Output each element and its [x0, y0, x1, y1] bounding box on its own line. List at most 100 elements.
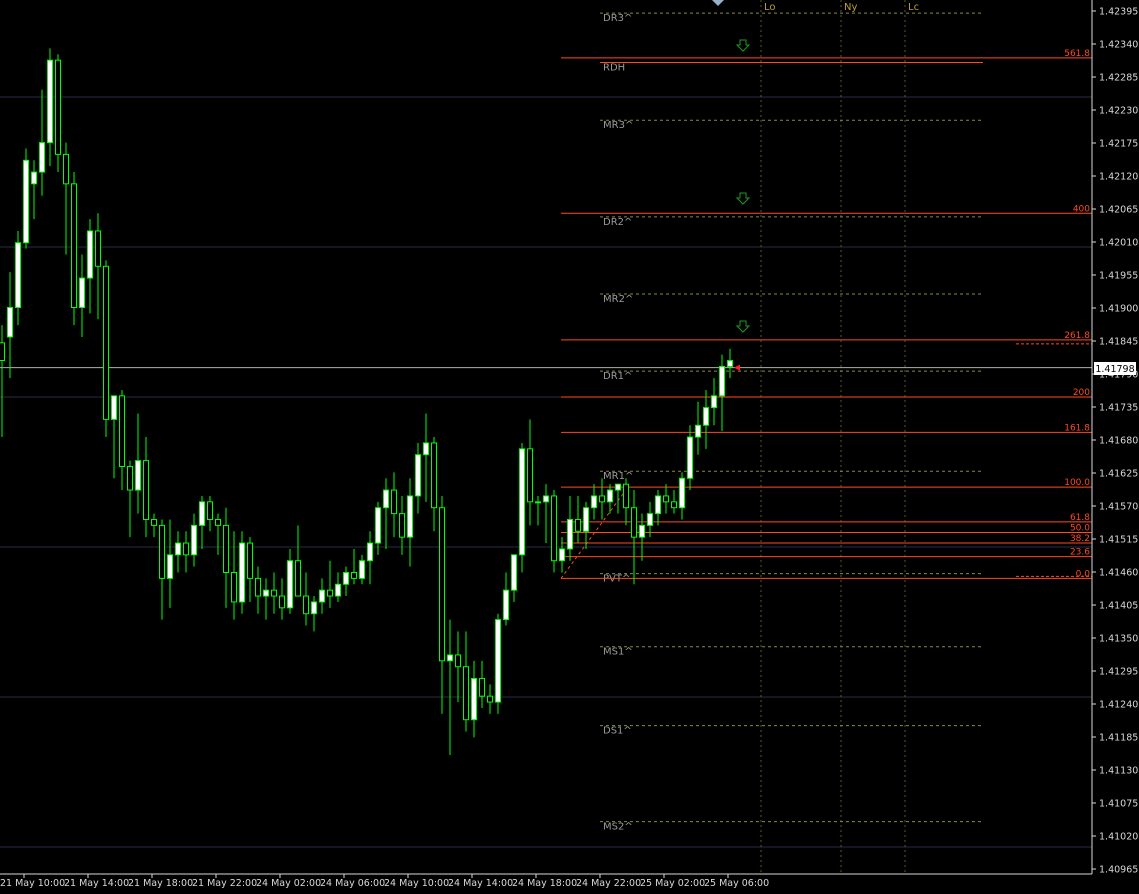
- candle-body: [327, 589, 333, 597]
- candle-body: [87, 230, 93, 279]
- candle-body: [311, 601, 317, 615]
- pivot-label: DR1^: [603, 371, 632, 382]
- fib-label: 0.0: [1076, 569, 1091, 579]
- candle-body: [111, 395, 117, 420]
- candle-body: [687, 436, 693, 479]
- fib-label: 561.8: [1064, 49, 1090, 59]
- price-tick-label: 1.41185: [1099, 733, 1138, 744]
- candle-body: [127, 465, 133, 491]
- current-price-label: 1.41798: [1095, 364, 1134, 375]
- price-tick-label: 1.41680: [1099, 436, 1138, 447]
- candle-body: [471, 677, 477, 721]
- time-tick-label: 24 May 02:00: [256, 878, 321, 889]
- candle-body: [543, 495, 549, 503]
- candle-body: [207, 501, 213, 520]
- candle-body: [303, 595, 309, 615]
- price-tick-label: 1.41075: [1099, 799, 1138, 810]
- price-tick-label: 1.42065: [1099, 205, 1138, 216]
- price-tick-label: 1.41405: [1099, 601, 1138, 612]
- time-tick-label: 25 May 02:00: [640, 878, 705, 889]
- candle-body: [191, 524, 197, 556]
- candle-body: [607, 489, 613, 503]
- candle-body: [31, 171, 37, 185]
- candle-body: [503, 589, 509, 621]
- time-tick-label: 24 May 06:00: [320, 878, 385, 889]
- price-tick-label: 1.41955: [1099, 271, 1138, 282]
- time-tick-label: 21 May 22:00: [192, 878, 257, 889]
- candle-body: [615, 483, 621, 491]
- fib-label: 161.8: [1064, 423, 1090, 433]
- candle-body: [551, 495, 557, 562]
- candle-body: [159, 524, 165, 579]
- candle-body: [439, 507, 445, 662]
- candle-body: [383, 489, 389, 509]
- candle-body: [351, 571, 357, 579]
- fib-label: 400: [1073, 204, 1090, 214]
- time-tick-label: 24 May 22:00: [576, 878, 641, 889]
- chart-background: [0, 0, 1139, 894]
- candle-body: [39, 142, 45, 173]
- candle-body: [431, 442, 437, 509]
- candle-body: [335, 583, 341, 597]
- candle-body: [247, 542, 253, 579]
- price-tick-label: 1.41845: [1099, 337, 1138, 348]
- price-tick-label: 1.41020: [1099, 832, 1138, 843]
- price-tick-label: 1.42120: [1099, 172, 1138, 183]
- session-label: Lo: [764, 2, 776, 13]
- candle-body: [95, 230, 101, 267]
- candle-body: [167, 554, 173, 579]
- candle-body: [183, 542, 189, 556]
- candle-body: [71, 183, 77, 309]
- candle-body: [215, 518, 221, 526]
- candle: [495, 613, 501, 714]
- price-tick-label: 1.42395: [1099, 7, 1138, 18]
- candle-body: [671, 501, 677, 509]
- candle-body: [135, 460, 141, 491]
- candle-body: [231, 571, 237, 603]
- time-tick-label: 24 May 14:00: [448, 878, 513, 889]
- candle-body: [175, 542, 181, 556]
- candle-body: [367, 542, 373, 562]
- price-tick-label: 1.42175: [1099, 139, 1138, 150]
- price-tick-label: 1.42285: [1099, 73, 1138, 84]
- candle-body: [703, 407, 709, 426]
- candle-body: [663, 495, 669, 503]
- candle-body: [719, 365, 725, 397]
- candle: [23, 148, 29, 249]
- pivot-label: MS1^: [603, 647, 633, 658]
- candle-body: [415, 454, 421, 497]
- candle-body: [151, 518, 157, 526]
- candle: [103, 260, 109, 438]
- pivot-label: MR2^: [603, 294, 633, 305]
- candle-body: [103, 265, 109, 420]
- candle-body: [527, 448, 533, 503]
- fib-label: 61.8: [1070, 513, 1090, 523]
- candle-body: [407, 495, 413, 538]
- fib-label: 261.8: [1064, 331, 1090, 341]
- candle-body: [695, 424, 701, 438]
- candle-body: [599, 495, 605, 503]
- candle-body: [55, 59, 61, 155]
- candle-body: [0, 342, 5, 362]
- candle-body: [279, 595, 285, 609]
- candle-body: [47, 59, 53, 144]
- candle: [71, 172, 77, 326]
- candle-body: [343, 571, 349, 585]
- price-chart[interactable]: Lo Ny Lc DR3^ RDH MR3^ DR2^ MR2^ DR1^ MR1^ PVT^ MS…: [0, 0, 1139, 894]
- candle-body: [375, 507, 381, 544]
- price-tick-label: 1.41295: [1099, 667, 1138, 678]
- candle-body: [287, 560, 293, 609]
- candle-body: [455, 654, 461, 668]
- candle-body: [495, 619, 501, 703]
- fib-label: 50.0: [1070, 523, 1090, 533]
- price-axis[interactable]: 1.42395 1.42340 1.42285 1.42230 1.42175 1.421…: [1091, 0, 1139, 876]
- candle-body: [647, 513, 653, 526]
- candle-body: [575, 518, 581, 532]
- candle-body: [271, 589, 277, 597]
- candle: [519, 442, 525, 573]
- pivot-label: MR1^: [603, 471, 633, 482]
- candle-body: [479, 677, 485, 697]
- price-tick-label: 1.41130: [1099, 766, 1138, 777]
- time-tick-label: 21 May 14:00: [64, 878, 129, 889]
- pivot-label: DR2^: [603, 217, 632, 228]
